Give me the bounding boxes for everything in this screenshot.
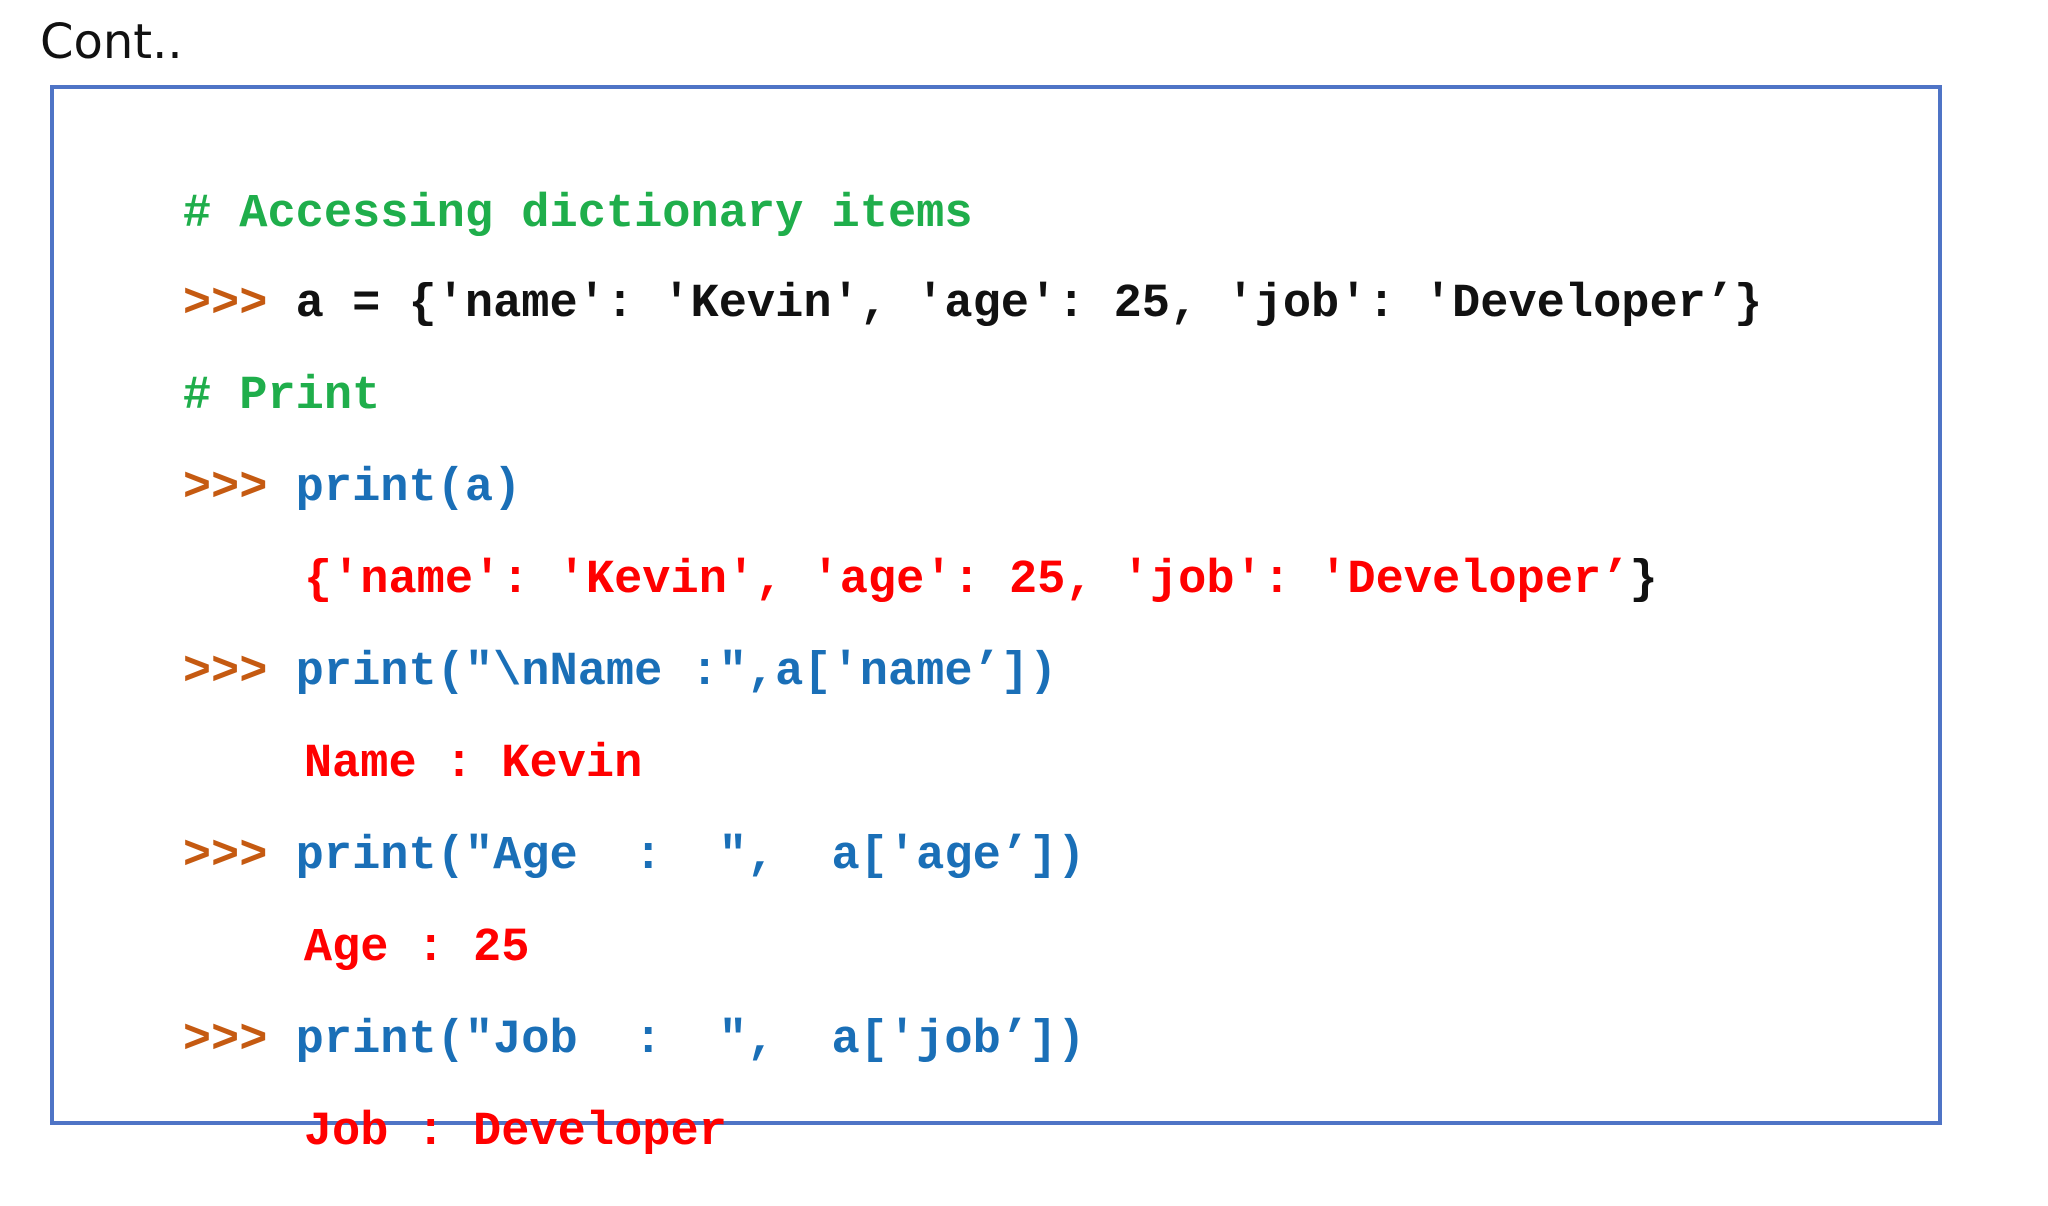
prompt: >>> xyxy=(182,1014,296,1067)
output-closing-brace: } xyxy=(1629,554,1658,607)
print-call: print("Job : ", a['job’]) xyxy=(295,1014,1086,1067)
output-text: Age : 25 xyxy=(303,922,530,975)
prompt: >>> xyxy=(182,462,296,515)
print-call: print("\nName :",a['name’]) xyxy=(295,646,1058,699)
output-text: Job : Developer xyxy=(303,1106,727,1159)
print-call: print("Age : ", a['age’]) xyxy=(295,830,1086,883)
prompt: >>> xyxy=(182,278,296,331)
print-call: print(a) xyxy=(295,462,522,515)
comment-text: # Print xyxy=(182,370,381,423)
code-box: # Accessing dictionary items >>> a = {'n… xyxy=(50,85,1942,1156)
output-text: {'name': 'Kevin', 'age': 25, 'job': 'Dev… xyxy=(303,554,1630,607)
slide-title: Cont.. xyxy=(40,14,183,70)
output-text: Name : Kevin xyxy=(303,738,643,791)
assignment-text: a = {'name': 'Kevin', 'age': 25, 'job': … xyxy=(295,278,1763,331)
output-line: Job : Developer xyxy=(191,1062,727,1203)
prompt: >>> xyxy=(182,646,296,699)
prompt: >>> xyxy=(182,830,296,883)
